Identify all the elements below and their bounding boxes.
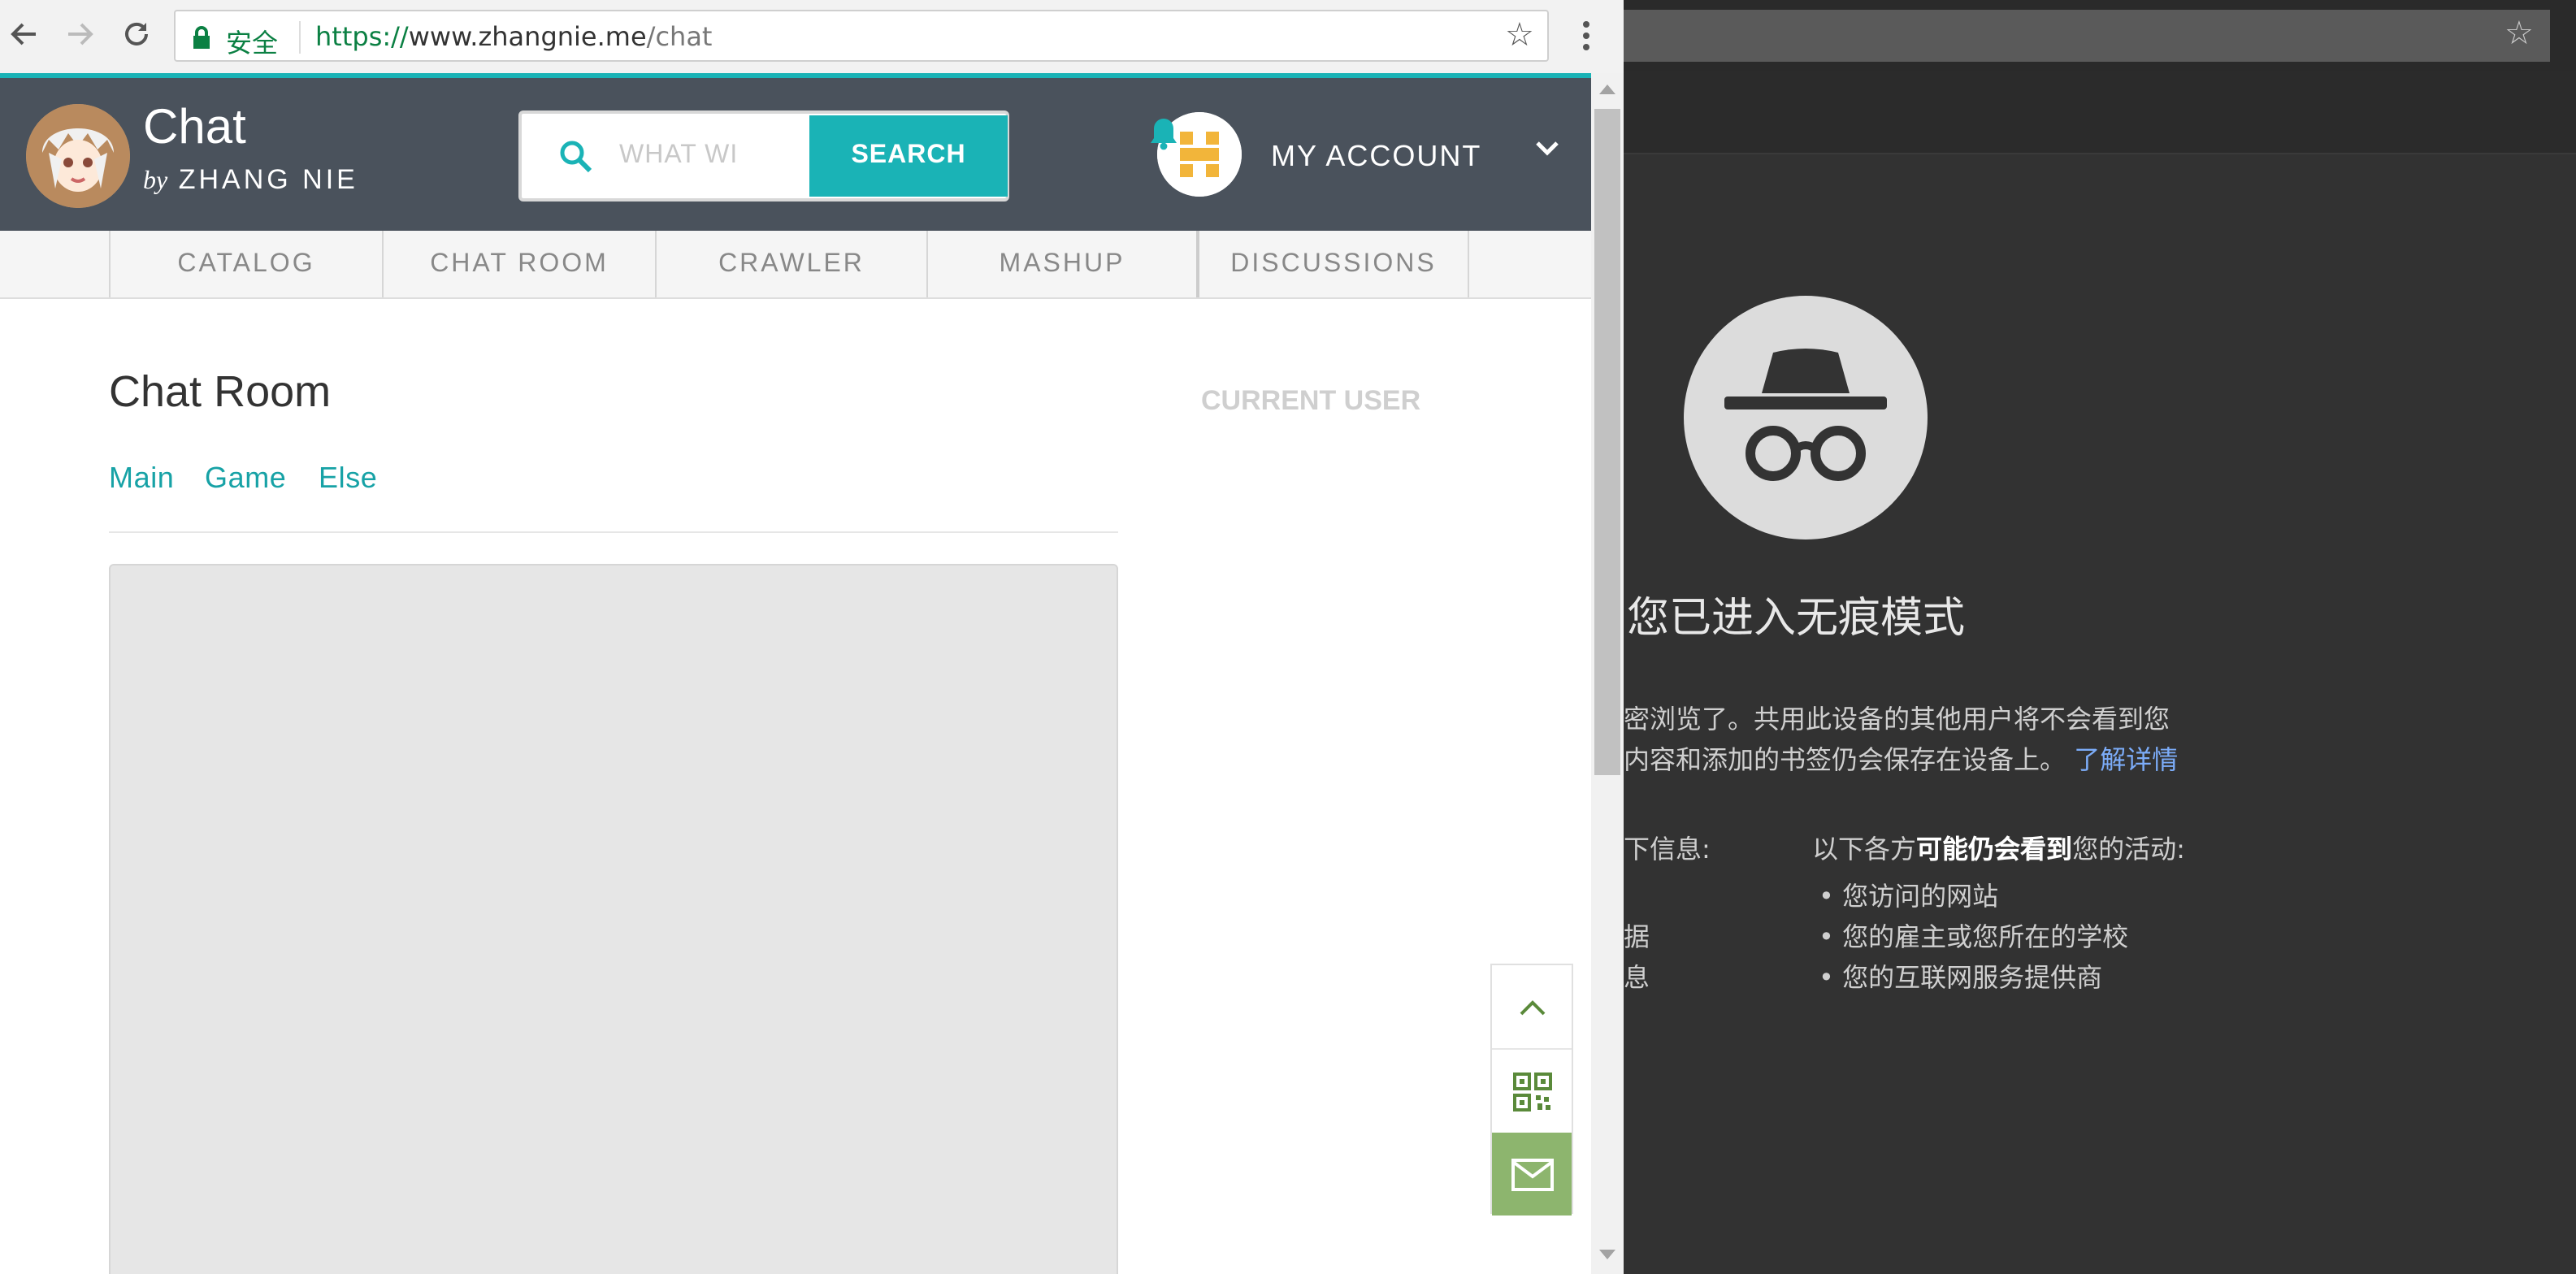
- back-arrow-icon: [11, 23, 36, 46]
- incognito-right-col-head: 以下各方可能仍会看到您的活动:: [1812, 827, 2185, 866]
- tab-crawler[interactable]: CRAWLER: [655, 231, 926, 297]
- url-scheme: https://: [315, 21, 409, 52]
- page-scrollbar[interactable]: [1591, 73, 1624, 1274]
- incognito-icon: [1684, 296, 1928, 540]
- lock-icon: [193, 26, 210, 49]
- tab-catalog[interactable]: CATALOG: [109, 231, 382, 297]
- bookmark-star-icon[interactable]: ☆: [2504, 16, 2540, 52]
- qr-code-button[interactable]: [1492, 1050, 1572, 1133]
- room-link-main[interactable]: Main: [109, 462, 174, 496]
- incognito-desc-line2: 内容和添加的书签仍会保存在设备上。 了解详情: [1624, 738, 2178, 777]
- scroll-up-arrow-icon[interactable]: [1599, 83, 1615, 96]
- incognito-desc-line1: 密浏览了。共用此设备的其他用户将不会看到您: [1624, 704, 2171, 734]
- my-account-label[interactable]: MY ACCOUNT: [1271, 140, 1481, 174]
- content-divider: [109, 531, 1118, 533]
- chevron-down-icon[interactable]: [1534, 138, 1560, 158]
- main-browser-window: 安全 https://www.zhangnie.me/chat ☆ Chat b: [0, 0, 1624, 1274]
- incognito-bullet: 您的雇主或您所在的学校: [1819, 915, 2128, 954]
- notification-bell-icon[interactable]: [1147, 115, 1180, 151]
- scroll-down-arrow-icon[interactable]: [1599, 1248, 1615, 1261]
- qr-code-icon: [1512, 1072, 1551, 1111]
- incognito-bullet: 您访问的网站: [1819, 874, 1998, 913]
- search-box: SEARCH: [518, 110, 1009, 202]
- back-to-top-button[interactable]: [1492, 965, 1572, 1048]
- learn-more-link[interactable]: 了解详情: [2074, 744, 2178, 775]
- incognito-bookmark-bar: [1624, 72, 2576, 154]
- right-col-head-pre: 以下各方: [1812, 834, 1917, 864]
- forward-arrow-icon: [68, 23, 93, 46]
- incognito-desc-line2-text: 内容和添加的书签仍会保存在设备上。: [1624, 744, 2066, 775]
- url-path: /chat: [646, 21, 713, 52]
- incognito-omnibox[interactable]: [1624, 10, 2550, 62]
- email-button[interactable]: [1492, 1133, 1572, 1216]
- tab-chat-room[interactable]: CHAT ROOM: [382, 231, 655, 297]
- room-link-game[interactable]: Game: [205, 462, 286, 496]
- search-button[interactable]: SEARCH: [809, 115, 1008, 197]
- url-host: www.zhangnie.me: [408, 21, 647, 52]
- omnibox-divider: [299, 21, 301, 54]
- browser-menu-icon[interactable]: [1573, 16, 1599, 55]
- incognito-left-col-item1: 据: [1624, 921, 1650, 952]
- page-title: Chat Room: [109, 367, 332, 416]
- right-col-head-bold: 可能仍会看到: [1916, 834, 2073, 864]
- site-byline: by ZHANG NIE: [143, 164, 358, 197]
- omnibox[interactable]: 安全 https://www.zhangnie.me/chat ☆: [174, 10, 1549, 62]
- site-logo-avatar[interactable]: [26, 104, 130, 208]
- url-text[interactable]: https://www.zhangnie.me/chat: [315, 21, 712, 52]
- incognito-window: ☆ 您已进入无痕模式 密浏览了。共用此设备的其他用户将不会看到您 内容和添加的书…: [1624, 0, 2576, 1274]
- floating-toolbar: [1490, 964, 1573, 1216]
- envelope-icon: [1511, 1158, 1553, 1190]
- reload-icon: [125, 22, 148, 46]
- search-icon: [560, 141, 592, 173]
- main-nav: CATALOG CHAT ROOM CRAWLER MASHUP DISCUSS…: [0, 231, 1591, 299]
- tab-mashup[interactable]: MASHUP: [926, 231, 1196, 297]
- address-toolbar: 安全 https://www.zhangnie.me/chat ☆: [0, 0, 1624, 75]
- forward-button[interactable]: [62, 16, 98, 52]
- incognito-title: 您已进入无痕模式: [1627, 595, 1966, 644]
- search-input[interactable]: [619, 133, 798, 179]
- anime-avatar-icon: [26, 104, 130, 208]
- tab-discussions[interactable]: DISCUSSIONS: [1196, 231, 1469, 297]
- incognito-left-col-item2: 息: [1624, 962, 1650, 993]
- current-user-heading: CURRENT USER: [1201, 385, 1421, 416]
- reload-button[interactable]: [119, 16, 154, 52]
- byline-by: by: [143, 167, 168, 195]
- chevron-up-icon: [1519, 999, 1545, 1015]
- incognito-bullet: 您的互联网服务提供商: [1819, 956, 2102, 994]
- site-title[interactable]: Chat: [143, 101, 246, 156]
- incognito-toolbar: ☆: [1624, 0, 2576, 72]
- right-col-head-post: 您的活动:: [2072, 834, 2185, 864]
- back-button[interactable]: [7, 16, 42, 52]
- scrollbar-thumb[interactable]: [1594, 109, 1620, 775]
- chat-message-area[interactable]: [109, 564, 1118, 1274]
- bookmark-star-icon[interactable]: ☆: [1505, 20, 1537, 52]
- site-header: Chat by ZHANG NIE SEARCH MY ACCOUNT: [0, 73, 1591, 231]
- room-link-else[interactable]: Else: [319, 462, 377, 496]
- secure-label: 安全: [226, 28, 279, 58]
- incognito-left-col-head: 下信息:: [1624, 834, 1711, 864]
- byline-author: ZHANG NIE: [178, 164, 358, 195]
